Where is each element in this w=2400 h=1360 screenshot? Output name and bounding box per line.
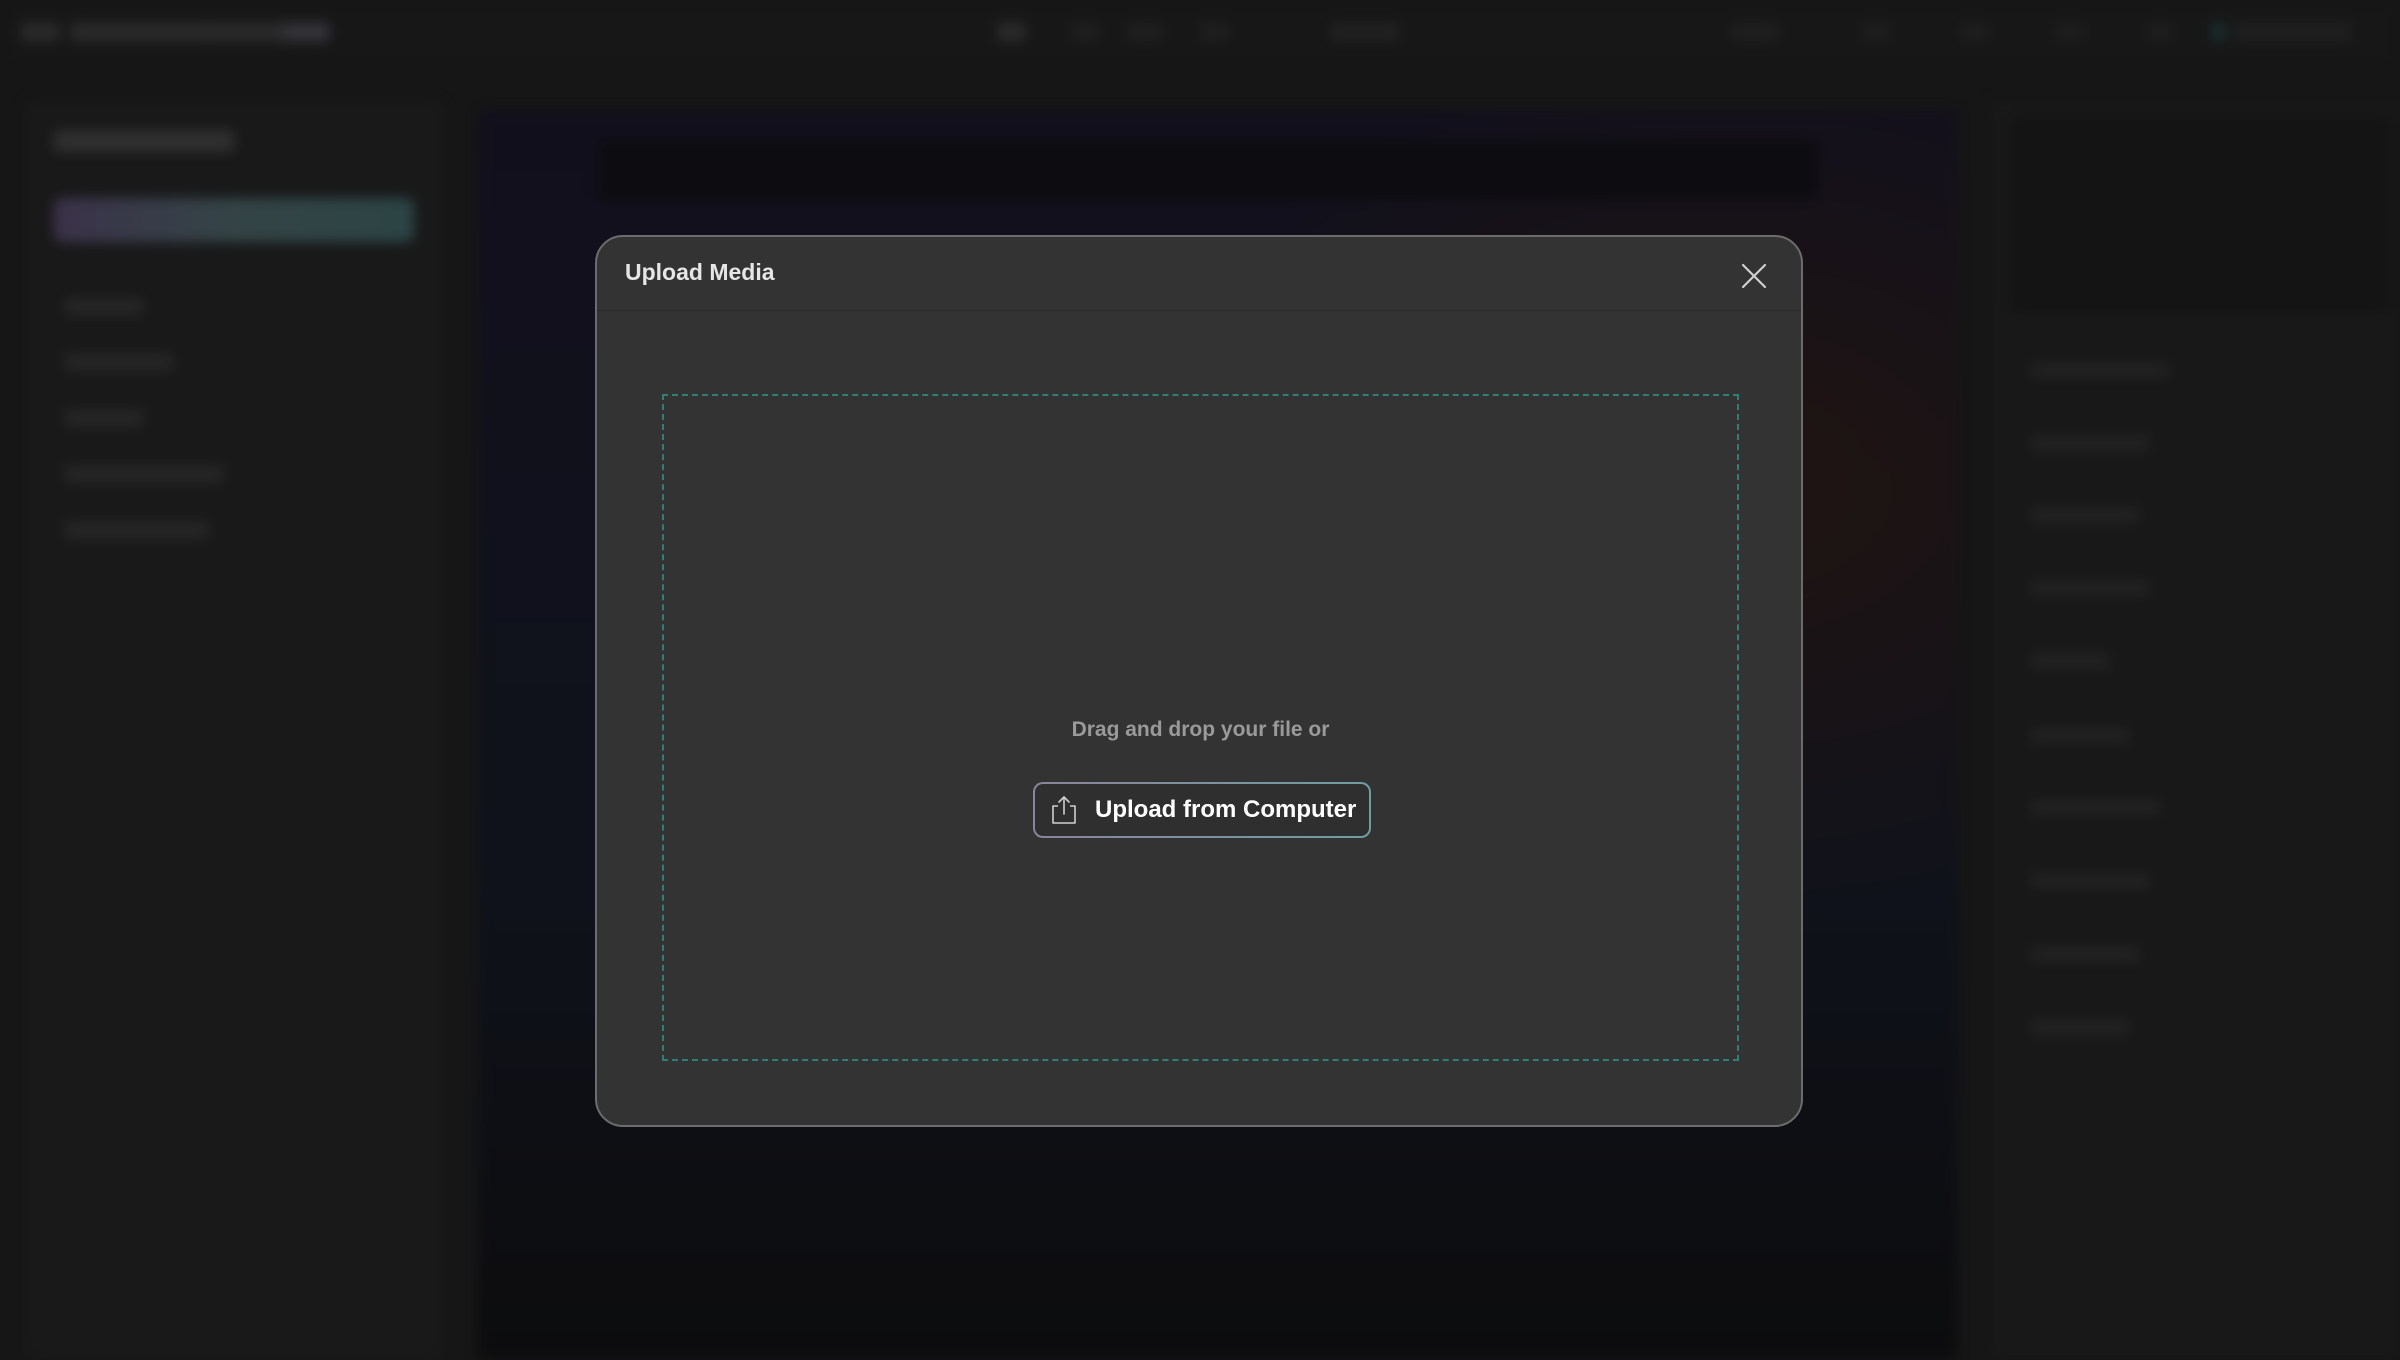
- toolbar-icon[interactable]: [2145, 22, 2175, 42]
- toolbar-icon[interactable]: [1125, 22, 1165, 42]
- top-nav-item-active[interactable]: [282, 22, 330, 42]
- toolbar-icon[interactable]: [2055, 22, 2085, 42]
- properties-panel: [1990, 100, 2400, 1360]
- panel-item[interactable]: [2030, 580, 2150, 596]
- dialog-title: Upload Media: [625, 259, 775, 285]
- top-nav-item[interactable]: [140, 22, 210, 42]
- app-logo: [20, 22, 60, 42]
- toolbar-icon[interactable]: [1200, 22, 1230, 42]
- media-manager-sidebar: [24, 100, 444, 1360]
- top-toolbar: [0, 0, 2400, 64]
- top-nav-item[interactable]: [70, 22, 150, 42]
- sidebar-title: [54, 130, 234, 152]
- dialog-header: Upload Media: [597, 237, 1801, 311]
- sidebar-item[interactable]: [64, 409, 144, 427]
- close-icon: [1741, 263, 1767, 289]
- toolbar-icon[interactable]: [1960, 22, 1990, 42]
- upload-from-computer-button[interactable]: Upload from Computer: [1033, 782, 1371, 838]
- panel-item[interactable]: [2030, 946, 2140, 962]
- sidebar-item[interactable]: [64, 521, 209, 539]
- zoom-control[interactable]: [1330, 22, 1400, 42]
- sidebar-item[interactable]: [64, 298, 144, 316]
- upload-button-label: Upload from Computer: [1095, 796, 1357, 823]
- toolbar-icon[interactable]: [1730, 22, 1780, 42]
- sidebar-item[interactable]: [64, 465, 224, 483]
- account-menu[interactable]: [2232, 22, 2352, 42]
- toolbar-icon[interactable]: [996, 22, 1026, 42]
- panel-item[interactable]: [2030, 507, 2140, 523]
- panel-item[interactable]: [2030, 1019, 2130, 1035]
- file-drop-zone[interactable]: Drag and drop your file or Upload from C…: [662, 394, 1739, 1061]
- upload-icon: [1052, 796, 1076, 824]
- panel-item[interactable]: [2030, 727, 2130, 743]
- properties-card: [2010, 116, 2390, 312]
- sidebar-upload-button[interactable]: [54, 198, 414, 242]
- panel-item[interactable]: [2030, 873, 2150, 889]
- panel-item[interactable]: [2030, 435, 2150, 451]
- status-indicator: [2212, 22, 2224, 42]
- panel-item[interactable]: [2030, 653, 2110, 669]
- panel-item[interactable]: [2030, 362, 2170, 378]
- drop-prompt: Drag and drop your file or: [1071, 718, 1330, 741]
- panel-item[interactable]: [2030, 799, 2160, 815]
- sidebar-item[interactable]: [64, 353, 174, 371]
- upload-media-dialog: Upload Media Drag and drop your file or …: [595, 235, 1803, 1127]
- toolbar-icon[interactable]: [1860, 22, 1890, 42]
- close-button[interactable]: [1737, 259, 1771, 293]
- canvas-toolbar: [598, 140, 1818, 200]
- toolbar-icon[interactable]: [1070, 22, 1100, 42]
